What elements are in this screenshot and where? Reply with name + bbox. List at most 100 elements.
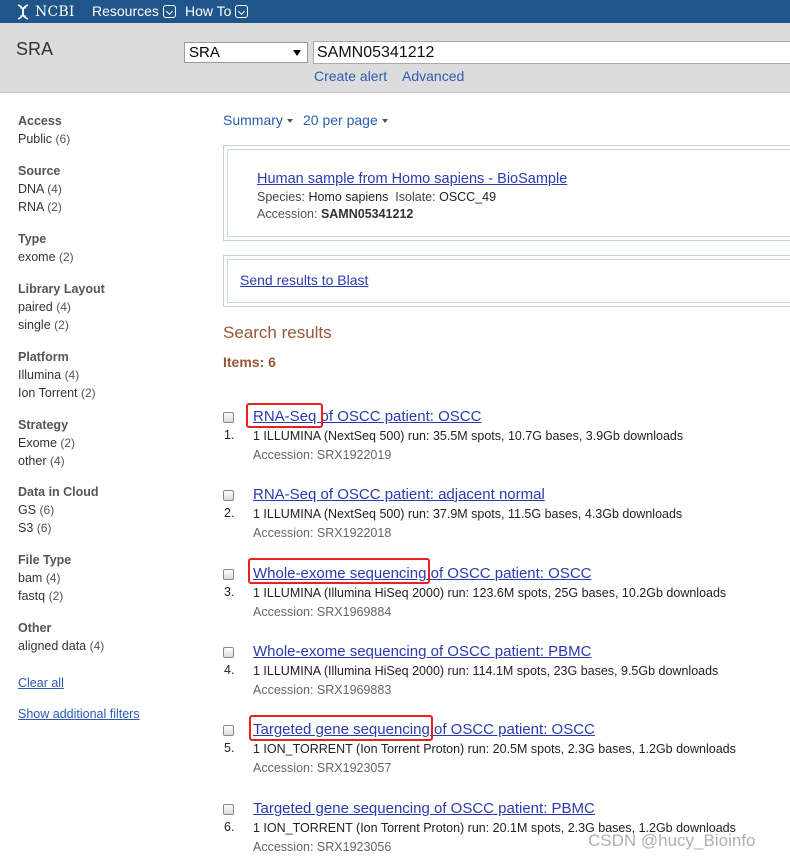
facet-item-count: (4): [49, 454, 65, 468]
csdn-watermark: CSDN @hucy_Bioinfo: [588, 831, 756, 850]
facet-item-label: DNA: [18, 182, 44, 196]
result-checkbox[interactable]: [223, 804, 234, 815]
facet-item-label: Illumina: [18, 368, 62, 382]
facet-item-label: Exome: [18, 436, 57, 450]
facet-data-in-cloud: Data in Cloud GS (6) S3 (6): [18, 483, 208, 537]
result-item: 1. RNA-Seq of OSCC patient: OSCC 1 ILLUM…: [222, 408, 782, 478]
database-select[interactable]: SRA: [184, 42, 308, 63]
facet-item-label: S3: [18, 521, 34, 535]
result-title-link[interactable]: RNA-Seq of OSCC patient: OSCC: [253, 408, 481, 425]
facet-item-bam[interactable]: bam (4): [18, 569, 208, 587]
facet-item-paired[interactable]: paired (4): [18, 298, 208, 316]
facet-item-exome-strategy[interactable]: Exome (2): [18, 434, 208, 452]
species-line: Species: Homo sapiens Isolate: OSCC_49: [257, 190, 496, 204]
chevron-down-icon: [235, 4, 249, 18]
send-to-blast-link[interactable]: Send results to Blast: [240, 272, 368, 288]
facet-strategy: Strategy Exome (2) other (4): [18, 416, 208, 470]
per-page-dropdown[interactable]: 20 per page: [303, 112, 388, 128]
facet-other: Other aligned data (4): [18, 619, 208, 655]
facet-library-layout: Library Layout paired (4) single (2): [18, 280, 208, 334]
facet-item-label: fastq: [18, 589, 46, 603]
ncbi-top-bar: NCBI Resources How To: [0, 0, 790, 23]
facet-item-count: (4): [47, 182, 62, 196]
result-summary: 1 ILLUMINA (Illumina HiSeq 2000) run: 12…: [253, 586, 727, 600]
facet-item-dna[interactable]: DNA (4): [18, 180, 208, 198]
facet-title: Access: [18, 114, 62, 128]
result-accession: Accession: SRX1922019: [253, 448, 392, 462]
accession-value: SAMN05341212: [320, 207, 414, 221]
howto-menu-label: How To: [185, 3, 232, 19]
isolate-value: OSCC_49: [439, 190, 497, 204]
facet-title: Data in Cloud: [18, 485, 99, 499]
create-alert-link[interactable]: Create alert: [314, 68, 387, 84]
facet-item-label: GS: [18, 503, 37, 517]
facet-item-exome[interactable]: exome (2): [18, 248, 208, 266]
facet-item-label: single: [18, 318, 51, 332]
result-title-link[interactable]: Whole-exome sequencing of OSCC patient: …: [253, 565, 592, 582]
result-item: 4. Whole-exome sequencing of OSCC patien…: [222, 643, 782, 713]
facet-title: Strategy: [18, 418, 69, 432]
result-accession: Accession: SRX1969883: [253, 683, 392, 697]
species-label: Species:: [257, 190, 305, 204]
result-checkbox[interactable]: [223, 569, 234, 580]
result-title-link[interactable]: RNA-Seq of OSCC patient: adjacent normal: [253, 486, 545, 503]
howto-menu[interactable]: How To: [185, 3, 249, 19]
items-count: Items: 6: [223, 354, 276, 370]
result-summary: 1 ILLUMINA (NextSeq 500) run: 35.5M spot…: [253, 429, 684, 443]
facet-title: Library Layout: [18, 282, 105, 296]
search-results-heading: Search results: [223, 323, 332, 342]
facet-item-ion-torrent[interactable]: Ion Torrent (2): [18, 384, 208, 402]
sensor-accession: Accession: SAMN05341212: [257, 207, 413, 221]
result-number: 2.: [224, 506, 235, 520]
clear-all-link[interactable]: Clear all: [18, 676, 64, 690]
facet-item-count: (4): [45, 571, 61, 585]
advanced-search-link[interactable]: Advanced: [402, 68, 464, 84]
facet-item-rna[interactable]: RNA (2): [18, 198, 208, 216]
facet-source: Source DNA (4) RNA (2): [18, 162, 208, 216]
result-summary: 1 ILLUMINA (Illumina HiSeq 2000) run: 11…: [253, 664, 719, 678]
result-checkbox[interactable]: [223, 490, 234, 501]
isolate-label: Isolate:: [395, 190, 436, 204]
facet-item-s3[interactable]: S3 (6): [18, 519, 208, 537]
facet-item-gs[interactable]: GS (6): [18, 501, 208, 519]
facet-item-illumina[interactable]: Illumina (4): [18, 366, 208, 384]
facet-item-count: (6): [55, 132, 71, 146]
format-label: Summary: [223, 112, 283, 128]
result-accession: Accession: SRX1922018: [253, 526, 392, 540]
ncbi-logo-text: NCBI: [35, 3, 75, 20]
facet-title: Platform: [18, 350, 69, 364]
facet-item-count: (6): [39, 503, 55, 517]
result-summary: 1 ILLUMINA (NextSeq 500) run: 37.9M spot…: [253, 507, 683, 521]
format-dropdown[interactable]: Summary: [223, 112, 293, 128]
facet-item-fastq[interactable]: fastq (2): [18, 587, 208, 605]
result-accession: Accession: SRX1923057: [253, 761, 392, 775]
ncbi-logo[interactable]: NCBI: [14, 2, 75, 21]
result-checkbox[interactable]: [223, 647, 234, 658]
result-title-link[interactable]: Targeted gene sequencing of OSCC patient…: [253, 800, 595, 817]
result-item: 5. Targeted gene sequencing of OSCC pati…: [222, 721, 782, 791]
facet-title: File Type: [18, 553, 72, 567]
facet-item-label: exome: [18, 250, 56, 264]
facet-item-aligned-data[interactable]: aligned data (4): [18, 637, 208, 655]
database-select-value: SRA: [189, 44, 220, 61]
result-item: 2. RNA-Seq of OSCC patient: adjacent nor…: [222, 486, 782, 556]
result-number: 3.: [224, 585, 235, 599]
resources-menu[interactable]: Resources: [92, 3, 176, 19]
show-additional-filters-link[interactable]: Show additional filters: [18, 707, 140, 721]
facet-type: Type exome (2): [18, 230, 208, 266]
facet-item-label: Ion Torrent: [18, 386, 78, 400]
facet-item-label: other: [18, 454, 47, 468]
result-checkbox[interactable]: [223, 412, 234, 423]
facet-item-count: (6): [36, 521, 52, 535]
result-title-link[interactable]: Targeted gene sequencing of OSCC patient…: [253, 721, 595, 738]
result-checkbox[interactable]: [223, 725, 234, 736]
search-input[interactable]: SAMN05341212: [313, 41, 790, 64]
facet-item-count: (2): [59, 250, 74, 264]
result-title-link[interactable]: Whole-exome sequencing of OSCC patient: …: [253, 643, 592, 660]
facet-item-other-strategy[interactable]: other (4): [18, 452, 208, 470]
facet-item-label: aligned data: [18, 639, 87, 653]
biosample-link[interactable]: Human sample from Homo sapiens - BioSamp…: [257, 171, 567, 187]
facet-item-single[interactable]: single (2): [18, 316, 208, 334]
facet-item-public[interactable]: Public (6): [18, 130, 208, 148]
species-value: Homo sapiens: [308, 190, 389, 204]
